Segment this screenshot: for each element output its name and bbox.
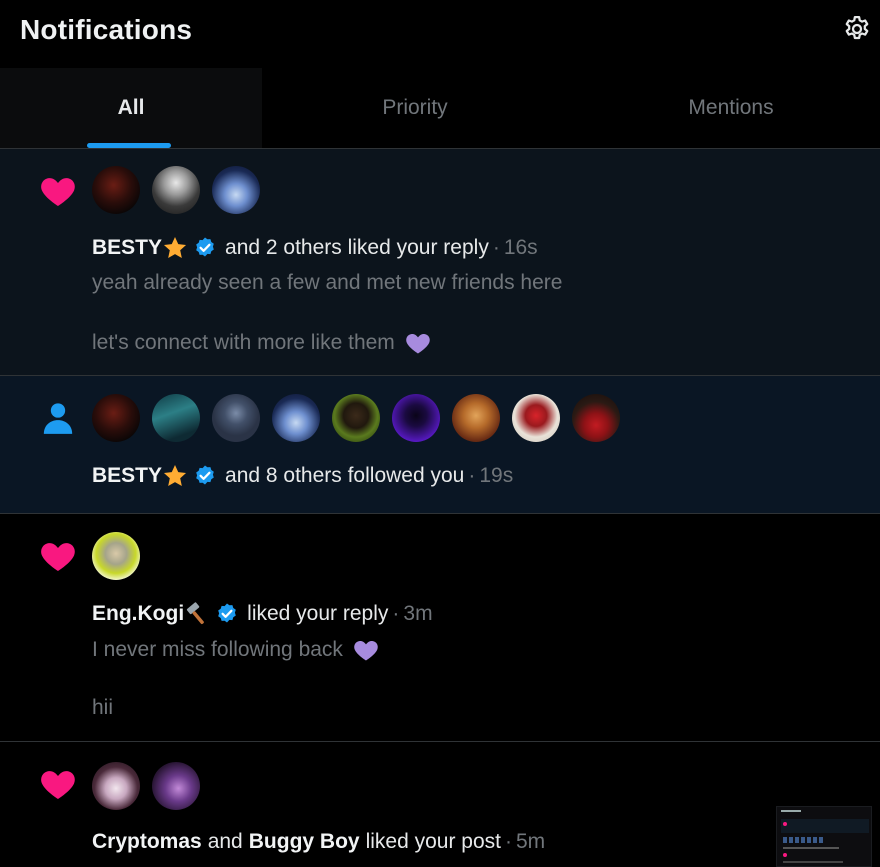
post-preview-text: let's connect with more like them (92, 331, 395, 354)
avatar[interactable] (92, 762, 140, 810)
verified-badge-icon (196, 465, 214, 485)
notification-action: and 8 others followed you (225, 464, 465, 487)
tab-all-label: All (117, 96, 145, 119)
separator: · (492, 236, 500, 259)
thumbnail-content (783, 861, 843, 863)
tab-active-indicator (87, 143, 171, 148)
notification-action: and 2 others liked your reply (225, 236, 489, 259)
tab-mentions[interactable]: Mentions (582, 68, 880, 148)
avatar[interactable] (92, 532, 140, 580)
notification-item[interactable]: BESTY and 2 others liked your reply · 16… (0, 149, 880, 376)
tab-priority[interactable]: Priority (262, 68, 568, 148)
screenshot-thumbnail[interactable] (776, 806, 872, 867)
actor-name[interactable]: Buggy Boy (249, 830, 360, 854)
hammer-icon (187, 602, 205, 625)
avatar[interactable] (92, 394, 140, 442)
heart-icon (41, 178, 75, 206)
post-preview-line: hii (92, 696, 114, 719)
notification-action: liked your reply (247, 602, 389, 625)
avatar[interactable] (272, 394, 320, 442)
thumbnail-content (783, 847, 839, 849)
avatar[interactable] (392, 394, 440, 442)
notification-item[interactable]: Eng.Kogi liked your reply · 3m I never m… (0, 514, 880, 742)
heart-icon (41, 771, 75, 799)
notification-item[interactable]: Cryptomas and Buggy Boy liked your post … (0, 742, 880, 867)
page-title: Notifications (20, 14, 193, 45)
actor-avatars (92, 532, 140, 580)
tab-priority-label: Priority (382, 96, 448, 119)
actor-name[interactable]: Eng.Kogi (92, 602, 184, 626)
actor-name[interactable]: BESTY (92, 236, 162, 260)
avatar[interactable] (452, 394, 500, 442)
star-icon (163, 464, 187, 486)
tab-all[interactable]: All (0, 68, 262, 148)
notification-action: liked your post (365, 830, 501, 853)
post-preview-text: I never miss following back (92, 638, 343, 661)
avatar[interactable] (152, 166, 200, 214)
timestamp: 3m (403, 602, 433, 625)
notification-text: BESTY and 2 others liked your reply · 16… (92, 235, 538, 261)
avatar[interactable] (152, 762, 200, 810)
thumbnail-content (781, 810, 801, 812)
avatar[interactable] (572, 394, 620, 442)
avatar[interactable] (512, 394, 560, 442)
timestamp: 19s (479, 464, 514, 487)
separator: · (468, 464, 476, 487)
post-preview-line: yeah already seen a few and met new frie… (92, 271, 563, 294)
avatar[interactable] (212, 166, 260, 214)
tab-bar: All Priority Mentions (0, 68, 880, 149)
avatar[interactable] (152, 394, 200, 442)
avatar[interactable] (212, 394, 260, 442)
purple-heart-icon (354, 640, 378, 661)
heart-icon (41, 543, 75, 571)
post-preview-line: let's connect with more like them (92, 329, 433, 357)
separator: · (505, 830, 512, 853)
thumbnail-content (783, 853, 787, 857)
thumbnail-content (781, 819, 869, 833)
notification-text: Cryptomas and Buggy Boy liked your post … (92, 830, 545, 854)
verified-badge-icon (196, 237, 214, 257)
person-icon (43, 403, 73, 434)
notification-item[interactable]: BESTY and 8 others followed you · 19s (0, 376, 880, 514)
actor-avatars (92, 166, 260, 214)
notification-text: Eng.Kogi liked your reply · 3m (92, 601, 433, 627)
separator: · (392, 602, 400, 625)
verified-badge-icon (218, 603, 236, 623)
purple-heart-icon (406, 333, 430, 354)
notification-text: BESTY and 8 others followed you · 19s (92, 463, 513, 489)
post-preview-line: I never miss following back (92, 636, 381, 664)
timestamp: 5m (516, 830, 546, 853)
actor-name[interactable]: BESTY (92, 464, 162, 488)
actor-avatars (92, 394, 620, 442)
actor-avatars (92, 762, 200, 810)
avatar[interactable] (332, 394, 380, 442)
tab-mentions-label: Mentions (688, 96, 774, 119)
star-icon (163, 236, 187, 258)
thumbnail-content (783, 822, 787, 826)
gear-icon[interactable] (842, 14, 872, 44)
notifications-header: Notifications (0, 0, 880, 68)
conjunction: and (207, 830, 243, 853)
thumbnail-content (783, 837, 823, 843)
timestamp: 16s (503, 236, 538, 259)
actor-name[interactable]: Cryptomas (92, 830, 202, 854)
avatar[interactable] (92, 166, 140, 214)
